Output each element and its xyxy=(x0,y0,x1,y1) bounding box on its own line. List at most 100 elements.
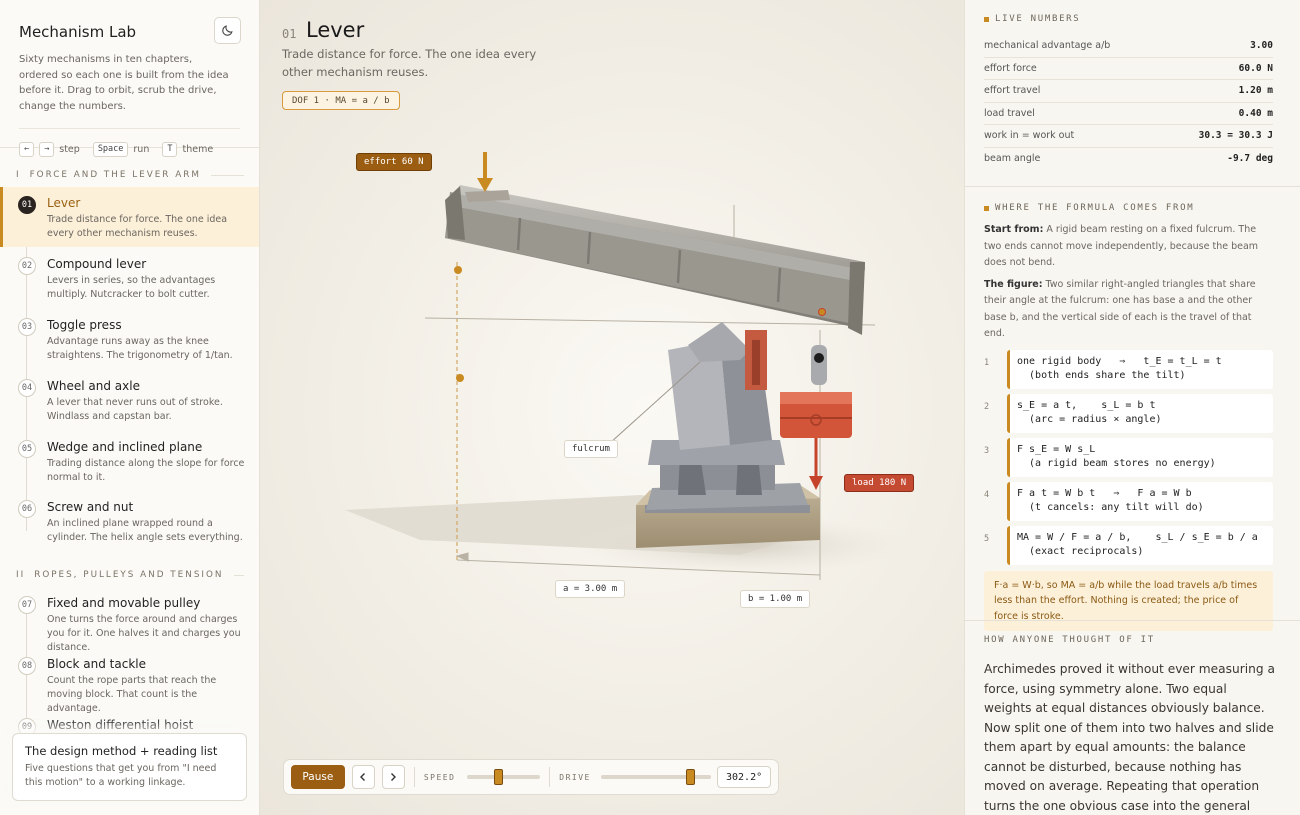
live-row: mechanical advantage a/b 3.00 xyxy=(984,35,1273,58)
app-description: Sixty mechanisms in ten chapters, ordere… xyxy=(19,54,229,112)
dimension-b-label: b = 1.00 m xyxy=(740,590,811,608)
item-title: Wheel and axle xyxy=(47,379,140,393)
live-numbers-title: LIVE NUMBERS xyxy=(984,14,1273,24)
live-row: beam angle -9.7 deg xyxy=(984,153,1273,165)
step-hint: step xyxy=(59,144,80,155)
chapter-heading: II ROPES, PULLEYS AND TENSION xyxy=(16,570,244,580)
item-description: Levers in series, so the advantages mult… xyxy=(47,275,216,300)
sidebar-item-screw-and-nut[interactable]: 06 Screw and nut An inclined plane wrapp… xyxy=(0,491,259,551)
chapter-heading: I FORCE AND THE LEVER ARM xyxy=(16,170,244,180)
load-assembly[interactable] xyxy=(780,308,852,490)
design-method-card[interactable]: The design method + reading list Five qu… xyxy=(12,733,247,801)
sidebar-item-compound-lever[interactable]: 02 Compound lever Levers in series, so t… xyxy=(0,248,259,308)
fulcrum-label: fulcrum xyxy=(564,440,618,458)
item-number: 02 xyxy=(18,257,36,275)
item-number: 08 xyxy=(18,657,36,675)
lever-beam[interactable] xyxy=(445,185,865,335)
item-number: 01 xyxy=(18,196,36,214)
ground-shadow xyxy=(345,495,910,575)
theme-hint: theme xyxy=(182,144,214,155)
derivation-step: 2 s_E = a t, s_L = b t (arc = radius × an… xyxy=(984,393,1273,433)
derivation-step: 4F a t = W b t ⇒ F a = W b (t cancels: a… xyxy=(984,481,1273,521)
drive-angle-readout: 302.2° xyxy=(717,766,771,788)
drive-slider-thumb[interactable] xyxy=(685,769,695,785)
previous-button[interactable] xyxy=(351,765,375,789)
sidebar-item-block-and-tackle[interactable]: 08 Block and tackle Count the rope parts… xyxy=(0,648,259,714)
chapter-title: ROPES, PULLEYS AND TENSION xyxy=(34,570,224,580)
sidebar: Mechanism Lab Sixty mechanisms in ten ch… xyxy=(0,0,260,815)
effort-label: effort 60 N xyxy=(356,153,432,171)
item-number: 06 xyxy=(18,500,36,518)
live-row: load travel 0.40 m xyxy=(984,103,1273,125)
right-arrow-key: → xyxy=(39,142,55,157)
live-numbers: LIVE NUMBERS mechanical advantage a/b 3.0… xyxy=(984,14,1273,170)
sidebar-item-wheel-and-axle[interactable]: 04 Wheel and axle A lever that never run… xyxy=(0,370,259,430)
lever-scene[interactable] xyxy=(260,0,964,815)
t-key: T xyxy=(162,142,178,157)
item-title: Wedge and inclined plane xyxy=(47,440,203,454)
item-description: Trading distance along the slope for for… xyxy=(47,458,245,483)
item-description: Trade distance for force. The one idea e… xyxy=(47,214,228,239)
item-title: Compound lever xyxy=(47,257,147,271)
history-text: Archimedes proved it without ever measur… xyxy=(984,662,1275,813)
item-title: Block and tackle xyxy=(47,657,146,671)
keyboard-hints: ← → step Space run T theme xyxy=(19,128,240,157)
control-bar: Pause SPEED DRIVE 302.2° xyxy=(283,759,779,795)
live-row: effort travel 1.20 m xyxy=(984,80,1273,103)
drive-label: DRIVE xyxy=(559,772,591,782)
moon-icon xyxy=(222,25,233,36)
chapter-title: FORCE AND THE LEVER ARM xyxy=(29,170,201,180)
sidebar-header: Mechanism Lab Sixty mechanisms in ten ch… xyxy=(0,0,259,157)
load-label: load 180 N xyxy=(844,474,915,492)
app-title: Mechanism Lab xyxy=(19,23,137,41)
formula-title: WHERE THE FORMULA COMES FROM xyxy=(984,203,1273,213)
sidebar-item-lever[interactable]: 01 Lever Trade distance for force. The o… xyxy=(0,187,259,247)
chevron-right-icon xyxy=(391,773,397,781)
design-card-title: The design method + reading list xyxy=(25,744,218,758)
drive-slider[interactable] xyxy=(600,769,712,785)
live-row: effort force 60.0 N xyxy=(984,58,1273,80)
item-description: Advantage runs away as the knee straight… xyxy=(47,336,233,361)
item-title: Toggle press xyxy=(47,318,122,332)
sidebar-item-toggle-press[interactable]: 03 Toggle press Advantage runs away as t… xyxy=(0,309,259,369)
item-number: 03 xyxy=(18,318,36,336)
item-description: An inclined plane wrapped round a cylind… xyxy=(47,518,243,543)
speed-label: SPEED xyxy=(423,772,456,782)
derivation-step: 5 MA = W / F = a / b, s_L / s_E = b / a (… xyxy=(984,525,1273,565)
chapter-numeral: II xyxy=(16,570,26,580)
base-plate xyxy=(636,483,820,548)
left-arrow-key: ← xyxy=(19,142,35,157)
item-number: 07 xyxy=(18,596,36,614)
sidebar-item-wedge[interactable]: 05 Wedge and inclined plane Trading dist… xyxy=(0,431,259,491)
derivation-step: 1 one rigid body ⇒ t_E = t_L = t (both en… xyxy=(984,349,1273,389)
info-panel: LIVE NUMBERS mechanical advantage a/b 3.0… xyxy=(964,0,1300,815)
formula-summary-note: F·a = W·b, so MA = a/b while the load tr… xyxy=(984,570,1273,631)
viewport[interactable]: 01 Lever Trade distance for force. The o… xyxy=(260,0,964,815)
formula-derivation: WHERE THE FORMULA COMES FROM Start from:… xyxy=(984,203,1273,631)
space-key: Space xyxy=(92,142,129,157)
history-section: HOW ANYONE THOUGHT OF IT Archimedes prov… xyxy=(984,635,1278,815)
chevron-left-icon xyxy=(360,773,366,781)
sidebar-item-pulley[interactable]: 07 Fixed and movable pulley One turns th… xyxy=(0,587,259,653)
figure-text: The figure: Two similar right-angled tri… xyxy=(984,278,1256,340)
item-title: Weston differential hoist xyxy=(47,718,194,732)
next-button[interactable] xyxy=(381,765,405,789)
fulcrum-support xyxy=(648,322,785,495)
dimension-a-label: a = 3.00 m xyxy=(555,580,626,598)
start-from-text: Start from: A rigid beam resting on a fi… xyxy=(984,224,1259,268)
item-number: 05 xyxy=(18,440,36,458)
live-row: work in = work out 30.3 = 30.3 J xyxy=(984,125,1273,148)
item-title: Screw and nut xyxy=(47,500,134,514)
theme-toggle-button[interactable] xyxy=(214,17,241,44)
item-title: Fixed and movable pulley xyxy=(47,596,201,610)
speed-slider[interactable] xyxy=(467,769,541,785)
item-title: Lever xyxy=(47,196,81,210)
derivation-step: 3F s_E = W s_L (a rigid beam stores no e… xyxy=(984,437,1273,477)
chapter-numeral: I xyxy=(16,170,21,180)
item-number: 04 xyxy=(18,379,36,397)
design-card-description: Five questions that get you from "I need… xyxy=(25,763,217,788)
run-hint: run xyxy=(133,144,150,155)
speed-slider-thumb[interactable] xyxy=(494,769,504,785)
history-title: HOW ANYONE THOUGHT OF IT xyxy=(984,635,1155,645)
pause-button[interactable]: Pause xyxy=(291,765,345,789)
